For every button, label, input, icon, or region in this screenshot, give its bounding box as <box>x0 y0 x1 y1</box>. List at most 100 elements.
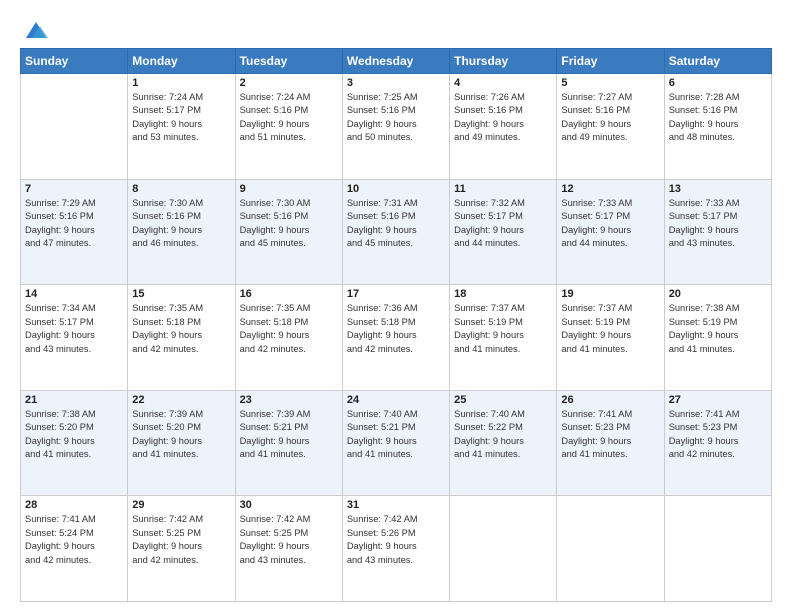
calendar-cell <box>664 496 771 602</box>
calendar-cell: 21Sunrise: 7:38 AMSunset: 5:20 PMDayligh… <box>21 390 128 496</box>
calendar-cell: 30 Sunrise: 7:42 AMSunset: 5:25 PMDayligh… <box>235 496 342 602</box>
day-number: 30 <box>240 499 338 511</box>
calendar-header-friday: Friday <box>557 49 664 74</box>
calendar-cell: 2 Sunrise: 7:24 AMSunset: 5:16 PMDaylight… <box>235 74 342 180</box>
day-info: Sunrise: 7:38 AMSunset: 5:19 PMDaylight:… <box>669 302 767 356</box>
day-info: Sunrise: 7:40 AMSunset: 5:21 PMDaylight:… <box>347 408 445 462</box>
day-number: 18 <box>454 288 552 300</box>
calendar-cell: 28 Sunrise: 7:41 AMSunset: 5:24 PMDayligh… <box>21 496 128 602</box>
day-info: Sunrise: 7:28 AMSunset: 5:16 PMDaylight:… <box>669 91 767 145</box>
day-number: 28 <box>25 499 123 511</box>
day-info: Sunrise: 7:31 AMSunset: 5:16 PMDaylight:… <box>347 197 445 251</box>
page: SundayMondayTuesdayWednesdayThursdayFrid… <box>0 0 792 612</box>
header <box>20 16 772 44</box>
calendar-cell: 7 Sunrise: 7:29 AMSunset: 5:16 PMDaylight… <box>21 179 128 285</box>
calendar-cell: 13 Sunrise: 7:33 AMSunset: 5:17 PMDayligh… <box>664 179 771 285</box>
calendar-cell: 17 Sunrise: 7:36 AMSunset: 5:18 PMDayligh… <box>342 285 449 391</box>
calendar-cell: 25Sunrise: 7:40 AMSunset: 5:22 PMDayligh… <box>450 390 557 496</box>
calendar-cell: 15 Sunrise: 7:35 AMSunset: 5:18 PMDayligh… <box>128 285 235 391</box>
day-info: Sunrise: 7:37 AMSunset: 5:19 PMDaylight:… <box>454 302 552 356</box>
calendar-week-1: 1 Sunrise: 7:24 AMSunset: 5:17 PMDaylight… <box>21 74 772 180</box>
day-number: 8 <box>132 183 230 195</box>
calendar-cell: 27 Sunrise: 7:41 AMSunset: 5:23 PMDayligh… <box>664 390 771 496</box>
day-info: Sunrise: 7:39 AMSunset: 5:21 PMDaylight:… <box>240 408 338 462</box>
calendar-cell: 20 Sunrise: 7:38 AMSunset: 5:19 PMDayligh… <box>664 285 771 391</box>
day-info: Sunrise: 7:42 AMSunset: 5:26 PMDaylight:… <box>347 513 445 567</box>
calendar-cell: 16 Sunrise: 7:35 AMSunset: 5:18 PMDayligh… <box>235 285 342 391</box>
day-info: Sunrise: 7:27 AMSunset: 5:16 PMDaylight:… <box>561 91 659 145</box>
day-number: 14 <box>25 288 123 300</box>
day-number: 9 <box>240 183 338 195</box>
day-info: Sunrise: 7:42 AMSunset: 5:25 PMDaylight:… <box>132 513 230 567</box>
calendar-cell: 19 Sunrise: 7:37 AMSunset: 5:19 PMDayligh… <box>557 285 664 391</box>
calendar-cell: 29 Sunrise: 7:42 AMSunset: 5:25 PMDayligh… <box>128 496 235 602</box>
day-number: 6 <box>669 77 767 89</box>
day-number: 13 <box>669 183 767 195</box>
day-number: 12 <box>561 183 659 195</box>
calendar-cell: 24 Sunrise: 7:40 AMSunset: 5:21 PMDayligh… <box>342 390 449 496</box>
day-number: 10 <box>347 183 445 195</box>
calendar-table: SundayMondayTuesdayWednesdayThursdayFrid… <box>20 48 772 602</box>
day-info: Sunrise: 7:25 AMSunset: 5:16 PMDaylight:… <box>347 91 445 145</box>
day-number: 26 <box>561 394 659 406</box>
day-info: Sunrise: 7:36 AMSunset: 5:18 PMDaylight:… <box>347 302 445 356</box>
day-number: 4 <box>454 77 552 89</box>
day-number: 17 <box>347 288 445 300</box>
day-info: Sunrise: 7:39 AMSunset: 5:20 PMDaylight:… <box>132 408 230 462</box>
calendar-cell: 9Sunrise: 7:30 AMSunset: 5:16 PMDaylight… <box>235 179 342 285</box>
day-number: 2 <box>240 77 338 89</box>
calendar-header-thursday: Thursday <box>450 49 557 74</box>
calendar-cell <box>21 74 128 180</box>
day-number: 27 <box>669 394 767 406</box>
calendar-cell: 18 Sunrise: 7:37 AMSunset: 5:19 PMDayligh… <box>450 285 557 391</box>
day-info: Sunrise: 7:41 AMSunset: 5:24 PMDaylight:… <box>25 513 123 567</box>
day-info: Sunrise: 7:26 AMSunset: 5:16 PMDaylight:… <box>454 91 552 145</box>
day-number: 11 <box>454 183 552 195</box>
calendar-header-tuesday: Tuesday <box>235 49 342 74</box>
calendar-cell: 1 Sunrise: 7:24 AMSunset: 5:17 PMDaylight… <box>128 74 235 180</box>
day-info: Sunrise: 7:29 AMSunset: 5:16 PMDaylight:… <box>25 197 123 251</box>
calendar-header-saturday: Saturday <box>664 49 771 74</box>
day-info: Sunrise: 7:30 AMSunset: 5:16 PMDaylight:… <box>132 197 230 251</box>
day-number: 22 <box>132 394 230 406</box>
calendar-cell: 14 Sunrise: 7:34 AMSunset: 5:17 PMDayligh… <box>21 285 128 391</box>
calendar-header-sunday: Sunday <box>21 49 128 74</box>
day-number: 25 <box>454 394 552 406</box>
day-number: 19 <box>561 288 659 300</box>
day-number: 7 <box>25 183 123 195</box>
day-info: Sunrise: 7:38 AMSunset: 5:20 PMDaylight:… <box>25 408 123 462</box>
calendar-cell: 11 Sunrise: 7:32 AMSunset: 5:17 PMDayligh… <box>450 179 557 285</box>
day-info: Sunrise: 7:35 AMSunset: 5:18 PMDaylight:… <box>240 302 338 356</box>
day-info: Sunrise: 7:34 AMSunset: 5:17 PMDaylight:… <box>25 302 123 356</box>
day-number: 24 <box>347 394 445 406</box>
calendar-cell: 26Sunrise: 7:41 AMSunset: 5:23 PMDayligh… <box>557 390 664 496</box>
day-number: 1 <box>132 77 230 89</box>
calendar-cell: 12 Sunrise: 7:33 AMSunset: 5:17 PMDayligh… <box>557 179 664 285</box>
day-info: Sunrise: 7:32 AMSunset: 5:17 PMDaylight:… <box>454 197 552 251</box>
day-number: 23 <box>240 394 338 406</box>
calendar-week-4: 21Sunrise: 7:38 AMSunset: 5:20 PMDayligh… <box>21 390 772 496</box>
day-info: Sunrise: 7:37 AMSunset: 5:19 PMDaylight:… <box>561 302 659 356</box>
calendar-cell: 23 Sunrise: 7:39 AMSunset: 5:21 PMDayligh… <box>235 390 342 496</box>
calendar-header-monday: Monday <box>128 49 235 74</box>
day-info: Sunrise: 7:24 AMSunset: 5:16 PMDaylight:… <box>240 91 338 145</box>
day-info: Sunrise: 7:35 AMSunset: 5:18 PMDaylight:… <box>132 302 230 356</box>
calendar-cell <box>557 496 664 602</box>
day-number: 29 <box>132 499 230 511</box>
day-info: Sunrise: 7:33 AMSunset: 5:17 PMDaylight:… <box>561 197 659 251</box>
day-number: 15 <box>132 288 230 300</box>
calendar-cell: 8 Sunrise: 7:30 AMSunset: 5:16 PMDaylight… <box>128 179 235 285</box>
calendar-week-3: 14 Sunrise: 7:34 AMSunset: 5:17 PMDayligh… <box>21 285 772 391</box>
calendar-header-row: SundayMondayTuesdayWednesdayThursdayFrid… <box>21 49 772 74</box>
day-number: 16 <box>240 288 338 300</box>
day-number: 3 <box>347 77 445 89</box>
day-info: Sunrise: 7:24 AMSunset: 5:17 PMDaylight:… <box>132 91 230 145</box>
calendar-cell: 5 Sunrise: 7:27 AMSunset: 5:16 PMDaylight… <box>557 74 664 180</box>
day-info: Sunrise: 7:33 AMSunset: 5:17 PMDaylight:… <box>669 197 767 251</box>
calendar-cell: 3 Sunrise: 7:25 AMSunset: 5:16 PMDaylight… <box>342 74 449 180</box>
calendar-cell: 31Sunrise: 7:42 AMSunset: 5:26 PMDayligh… <box>342 496 449 602</box>
day-info: Sunrise: 7:42 AMSunset: 5:25 PMDaylight:… <box>240 513 338 567</box>
day-number: 5 <box>561 77 659 89</box>
day-info: Sunrise: 7:41 AMSunset: 5:23 PMDaylight:… <box>669 408 767 462</box>
day-number: 20 <box>669 288 767 300</box>
